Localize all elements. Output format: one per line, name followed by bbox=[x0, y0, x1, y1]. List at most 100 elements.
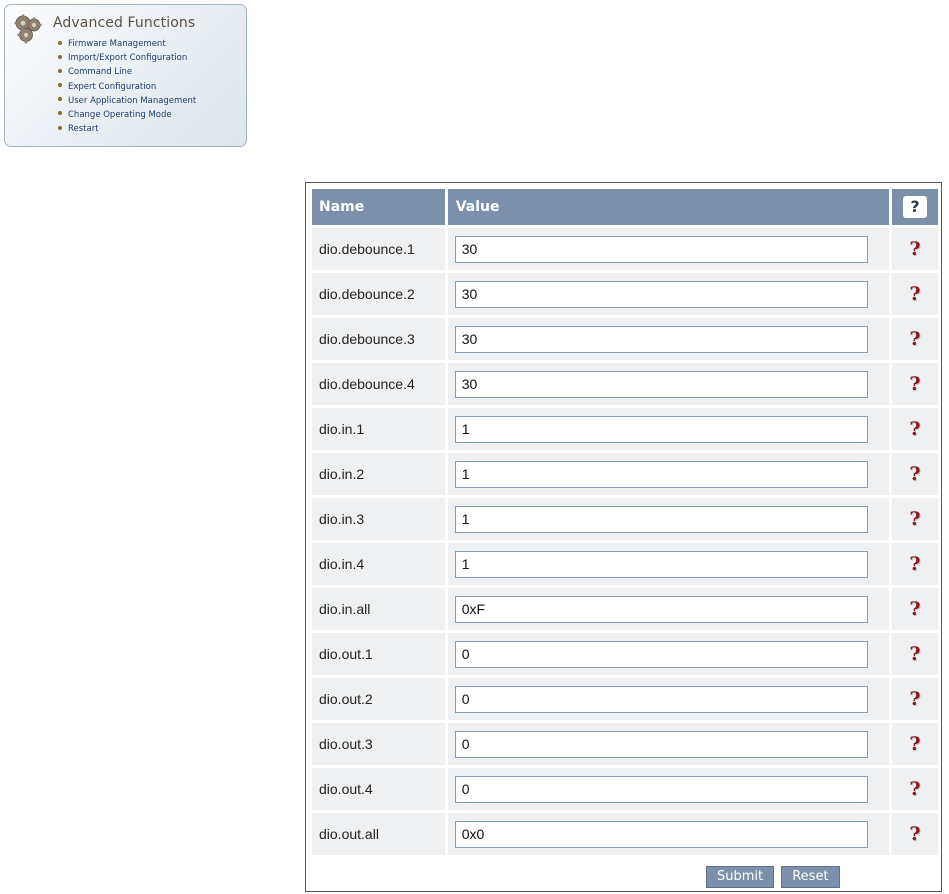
form-buttons: Submit Reset bbox=[706, 865, 842, 888]
setting-value-input[interactable] bbox=[454, 325, 868, 353]
column-header-value: Value bbox=[447, 189, 889, 225]
setting-value-input[interactable] bbox=[454, 415, 868, 443]
help-icon[interactable]: ? bbox=[909, 373, 920, 395]
link-label: Change Operating Mode bbox=[68, 109, 172, 120]
reset-button[interactable]: Reset bbox=[781, 866, 840, 888]
setting-value-cell bbox=[447, 498, 889, 540]
setting-name: dio.in.2 bbox=[312, 453, 445, 495]
setting-name: dio.debounce.4 bbox=[312, 363, 445, 405]
link-label: Restart bbox=[68, 124, 99, 135]
advanced-functions-panel: Advanced Functions Firmware Management I… bbox=[4, 4, 247, 147]
panel-title: Advanced Functions bbox=[53, 15, 196, 31]
help-icon[interactable]: ? bbox=[909, 238, 920, 260]
link-expert-configuration[interactable]: Expert Configuration bbox=[58, 80, 196, 94]
setting-value-input[interactable] bbox=[454, 730, 868, 758]
help-icon[interactable]: ? bbox=[909, 418, 920, 440]
table-header-row: Name Value ? bbox=[312, 189, 938, 225]
table-row: dio.out.4 ? bbox=[312, 768, 938, 810]
help-icon[interactable]: ? bbox=[909, 778, 920, 800]
setting-value-cell bbox=[447, 273, 889, 315]
setting-value-input[interactable] bbox=[454, 460, 868, 488]
table-row: dio.out.1 ? bbox=[312, 633, 938, 675]
setting-value-input[interactable] bbox=[454, 820, 868, 848]
help-cell: ? bbox=[891, 453, 938, 495]
setting-value-cell bbox=[447, 543, 889, 585]
setting-value-cell bbox=[447, 723, 889, 765]
bullet-icon bbox=[58, 125, 62, 130]
help-cell: ? bbox=[891, 273, 938, 315]
bullet-icon bbox=[58, 40, 62, 45]
link-label: Import/Export Configuration bbox=[68, 53, 188, 64]
link-label: Command Line bbox=[68, 67, 133, 78]
help-icon[interactable]: ? bbox=[909, 508, 920, 530]
help-cell: ? bbox=[891, 318, 938, 360]
setting-value-input[interactable] bbox=[454, 235, 868, 263]
link-firmware-management[interactable]: Firmware Management bbox=[58, 37, 196, 51]
link-import-export-configuration[interactable]: Import/Export Configuration bbox=[58, 51, 196, 65]
help-cell: ? bbox=[891, 588, 938, 630]
link-user-application-management[interactable]: User Application Management bbox=[58, 94, 196, 108]
config-table-container: Name Value ? dio.debounce.1 ? dio.deboun… bbox=[305, 182, 942, 892]
help-cell: ? bbox=[891, 498, 938, 540]
help-icon[interactable]: ? bbox=[909, 463, 920, 485]
column-header-help[interactable]: ? bbox=[891, 189, 938, 225]
link-label: Expert Configuration bbox=[68, 81, 157, 92]
submit-button[interactable]: Submit bbox=[706, 866, 775, 888]
table-row: dio.debounce.3 ? bbox=[312, 318, 938, 360]
link-label: User Application Management bbox=[68, 95, 197, 106]
help-cell: ? bbox=[891, 543, 938, 585]
link-restart[interactable]: Restart bbox=[58, 122, 196, 136]
help-icon[interactable]: ? bbox=[909, 688, 920, 710]
help-cell: ? bbox=[891, 723, 938, 765]
link-change-operating-mode[interactable]: Change Operating Mode bbox=[58, 108, 196, 122]
help-cell: ? bbox=[891, 678, 938, 720]
bullet-icon bbox=[58, 83, 62, 88]
setting-value-cell bbox=[447, 408, 889, 450]
setting-value-input[interactable] bbox=[454, 775, 868, 803]
help-cell: ? bbox=[891, 228, 938, 270]
bullet-icon bbox=[58, 54, 62, 59]
setting-value-input[interactable] bbox=[454, 505, 868, 533]
setting-value-cell bbox=[447, 768, 889, 810]
link-label: Firmware Management bbox=[68, 39, 166, 49]
setting-value-input[interactable] bbox=[454, 550, 868, 578]
help-icon[interactable]: ? bbox=[909, 553, 920, 575]
setting-value-cell bbox=[447, 318, 889, 360]
table-row: dio.out.3 ? bbox=[312, 723, 938, 765]
help-icon[interactable]: ? bbox=[909, 643, 920, 665]
help-icon[interactable]: ? bbox=[909, 283, 920, 305]
setting-name: dio.in.4 bbox=[312, 543, 445, 585]
bullet-icon bbox=[58, 111, 62, 116]
setting-value-input[interactable] bbox=[454, 640, 868, 668]
setting-value-input[interactable] bbox=[454, 595, 868, 623]
column-header-name: Name bbox=[312, 189, 445, 225]
setting-value-cell bbox=[447, 453, 889, 495]
panel-link-list: Firmware Management Import/Export Config… bbox=[58, 37, 196, 136]
setting-value-cell bbox=[447, 363, 889, 405]
setting-value-input[interactable] bbox=[454, 685, 868, 713]
setting-value-cell bbox=[447, 813, 889, 855]
help-cell: ? bbox=[891, 363, 938, 405]
table-row: dio.in.4 ? bbox=[312, 543, 938, 585]
help-header-icon[interactable]: ? bbox=[902, 196, 927, 218]
setting-value-input[interactable] bbox=[454, 280, 868, 308]
setting-name: dio.out.1 bbox=[312, 633, 445, 675]
link-command-line[interactable]: Command Line bbox=[58, 65, 196, 79]
table-row: dio.out.all ? bbox=[312, 813, 938, 855]
gears-icon bbox=[14, 14, 42, 44]
setting-name: dio.debounce.1 bbox=[312, 228, 445, 270]
setting-name: dio.out.all bbox=[312, 813, 445, 855]
table-row: dio.in.1 ? bbox=[312, 408, 938, 450]
setting-value-cell bbox=[447, 228, 889, 270]
setting-name: dio.debounce.2 bbox=[312, 273, 445, 315]
help-icon[interactable]: ? bbox=[909, 733, 920, 755]
help-icon[interactable]: ? bbox=[909, 328, 920, 350]
setting-name: dio.in.1 bbox=[312, 408, 445, 450]
setting-name: dio.in.all bbox=[312, 588, 445, 630]
setting-name: dio.out.4 bbox=[312, 768, 445, 810]
help-icon[interactable]: ? bbox=[909, 598, 920, 620]
table-row: dio.in.3 ? bbox=[312, 498, 938, 540]
config-table: Name Value ? dio.debounce.1 ? dio.deboun… bbox=[309, 186, 941, 858]
help-icon[interactable]: ? bbox=[909, 823, 920, 845]
setting-value-input[interactable] bbox=[454, 370, 868, 398]
